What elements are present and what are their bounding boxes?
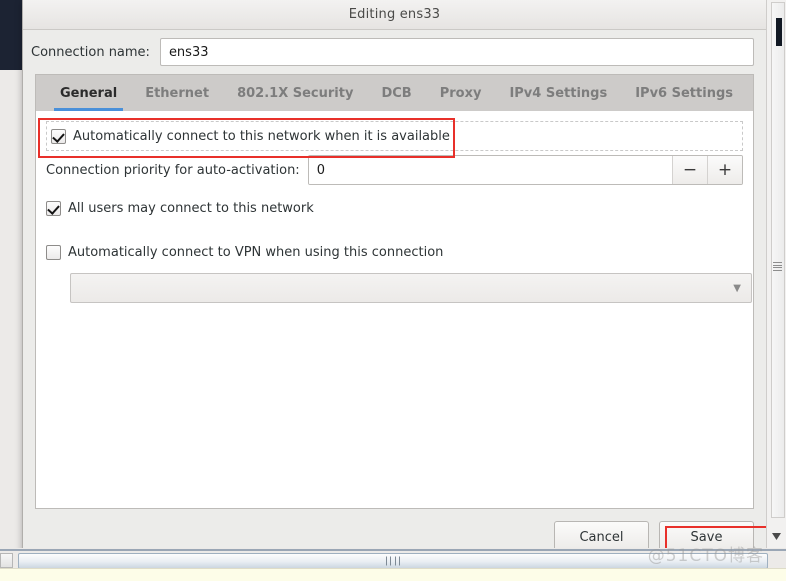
vertical-scrollbar[interactable] <box>766 0 786 548</box>
tab-bar: General Ethernet 802.1X Security DCB Pro… <box>36 75 753 111</box>
vertical-scrollbar-grip[interactable] <box>773 262 782 271</box>
editing-connection-dialog: Editing ens33 Connection name: ens33 Gen… <box>22 0 767 568</box>
horizontal-scrollbar-left-button[interactable] <box>0 553 13 568</box>
bottom-status-strip <box>0 568 786 581</box>
horizontal-scrollbar-grip <box>386 556 400 566</box>
auto-connect-checkbox[interactable] <box>51 128 66 144</box>
tab-proxy[interactable]: Proxy <box>426 75 496 111</box>
all-users-checkbox[interactable] <box>46 200 61 216</box>
chevron-down-icon: ▼ <box>733 282 741 294</box>
tab-ipv6-settings[interactable]: IPv6 Settings <box>621 75 747 111</box>
auto-vpn-checkbox[interactable] <box>46 244 61 260</box>
scroll-down-arrow-icon[interactable] <box>768 528 784 544</box>
all-users-checkbox-row[interactable]: All users may connect to this network <box>46 193 743 223</box>
tab-ipv4-settings[interactable]: IPv4 Settings <box>495 75 621 111</box>
tab-8021x-security[interactable]: 802.1X Security <box>223 75 367 111</box>
connection-priority-value[interactable]: 0 <box>308 156 672 184</box>
connection-name-input[interactable]: ens33 <box>159 38 754 66</box>
horizontal-scrollbar[interactable] <box>0 549 786 569</box>
dialog-titlebar: Editing ens33 <box>23 0 766 30</box>
minus-icon[interactable]: − <box>672 156 707 184</box>
connection-priority-spinner[interactable]: 0 − + <box>307 155 743 185</box>
auto-connect-checkbox-row[interactable]: Automatically connect to this network wh… <box>46 121 743 151</box>
vpn-connection-dropdown[interactable]: ▼ <box>70 273 752 303</box>
plus-icon[interactable]: + <box>707 156 742 184</box>
auto-vpn-label: Automatically connect to VPN when using … <box>68 244 444 260</box>
dialog-title: Editing ens33 <box>348 7 441 22</box>
connection-name-label: Connection name: <box>31 44 150 60</box>
settings-notebook: General Ethernet 802.1X Security DCB Pro… <box>35 74 754 111</box>
vertical-scrollbar-trough[interactable] <box>771 2 785 518</box>
connection-priority-row: Connection priority for auto-activation:… <box>46 155 743 185</box>
vertical-scrollbar-marker <box>776 18 782 46</box>
auto-connect-label: Automatically connect to this network wh… <box>73 128 450 144</box>
tab-general[interactable]: General <box>46 75 131 111</box>
auto-vpn-checkbox-row[interactable]: Automatically connect to VPN when using … <box>46 237 743 267</box>
horizontal-scrollbar-thumb[interactable] <box>18 553 768 569</box>
connection-name-row: Connection name: ens33 <box>23 30 766 72</box>
all-users-label: All users may connect to this network <box>68 200 314 216</box>
general-tab-page: Automatically connect to this network wh… <box>35 111 754 509</box>
tab-ethernet[interactable]: Ethernet <box>131 75 223 111</box>
connection-priority-label: Connection priority for auto-activation: <box>46 162 300 178</box>
tab-dcb[interactable]: DCB <box>367 75 425 111</box>
